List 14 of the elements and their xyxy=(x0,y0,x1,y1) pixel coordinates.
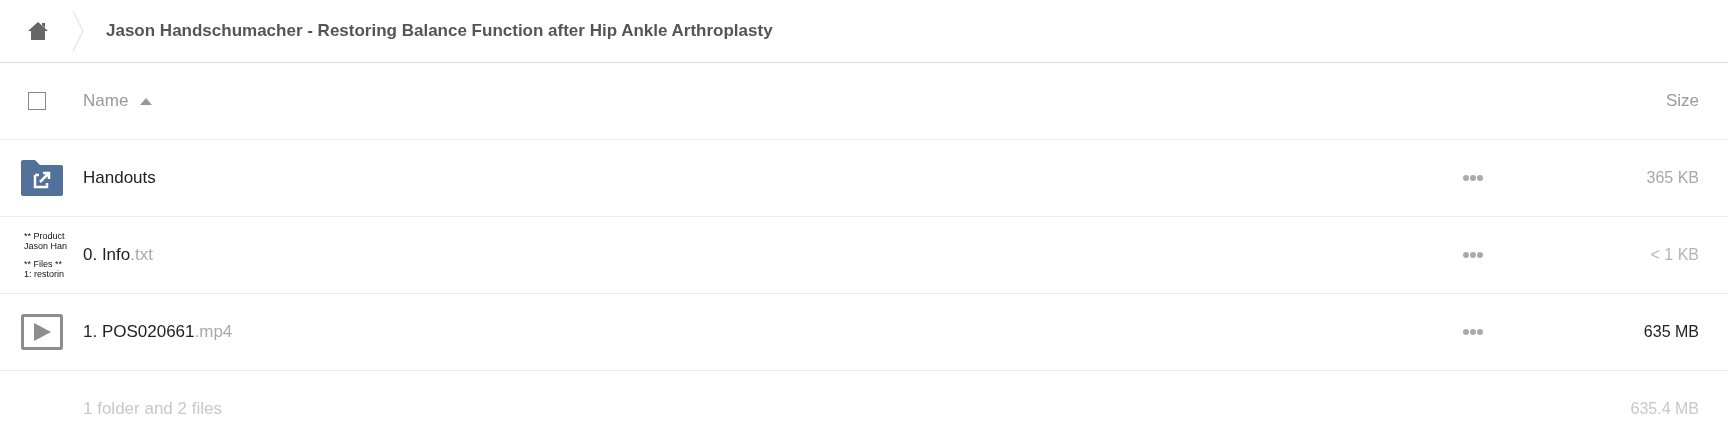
file-size: 365 KB xyxy=(1645,169,1699,187)
file-name[interactable]: 1. POS020661.mp4 xyxy=(83,322,233,341)
shared-folder-icon xyxy=(20,160,63,196)
sort-arrow-icon[interactable] xyxy=(140,98,153,105)
file-name[interactable]: Handouts xyxy=(83,168,156,187)
text-preview-thumbnail: ** Product Jason Han ** Files ** 1: restorin xyxy=(23,231,69,279)
file-size: < 1 KB xyxy=(1649,246,1699,264)
video-play-icon xyxy=(20,314,63,350)
file-size: 635 MB xyxy=(1642,323,1699,341)
home-icon[interactable] xyxy=(27,21,49,41)
breadcrumb-separator-icon xyxy=(72,10,84,52)
breadcrumb-title[interactable]: Jason Handschumacher - Restoring Balance Function after Hip Ankle Arthroplasty xyxy=(106,21,773,41)
select-all-checkbox[interactable] xyxy=(28,92,46,110)
file-name[interactable]: 0. Info.txt xyxy=(83,245,153,264)
